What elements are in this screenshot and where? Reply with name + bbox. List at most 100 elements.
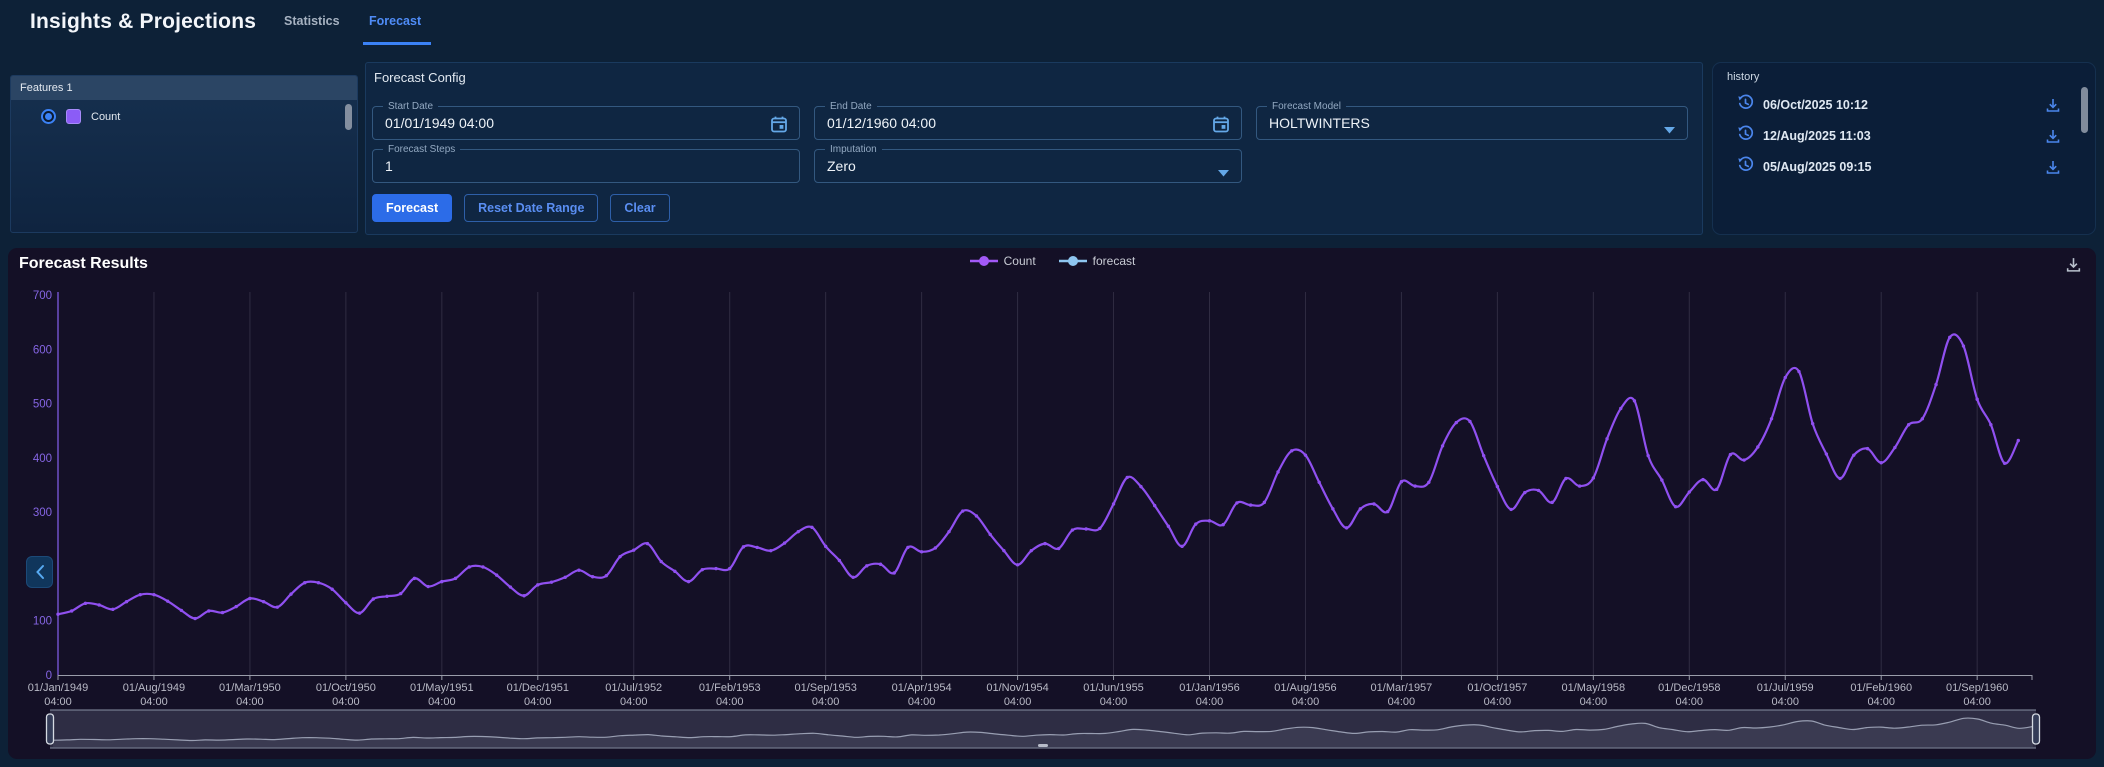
feature-radio[interactable]: [41, 109, 56, 124]
end-date-field[interactable]: End Date 01/12/1960 04:00: [814, 106, 1242, 140]
imputation-select[interactable]: Imputation Zero: [814, 149, 1242, 183]
start-date-field[interactable]: Start Date 01/01/1949 04:00: [372, 106, 800, 140]
legend-label: Count: [1004, 254, 1036, 268]
config-actions: Forecast Reset Date Range Clear: [372, 194, 670, 222]
svg-text:04:00: 04:00: [140, 696, 168, 708]
svg-text:04:00: 04:00: [428, 696, 456, 708]
svg-text:04:00: 04:00: [1771, 696, 1799, 708]
clear-button[interactable]: Clear: [610, 194, 669, 222]
svg-text:01/Oct/1957: 01/Oct/1957: [1467, 682, 1527, 694]
svg-text:300: 300: [33, 507, 52, 519]
svg-text:04:00: 04:00: [716, 696, 744, 708]
svg-text:01/Jul/1959: 01/Jul/1959: [1757, 682, 1814, 694]
legend-marker-icon: [969, 255, 999, 267]
history-clock-icon: [1737, 156, 1754, 178]
svg-text:04:00: 04:00: [1388, 696, 1416, 708]
download-history-button[interactable]: [2045, 128, 2061, 144]
svg-text:01/Dec/1958: 01/Dec/1958: [1658, 682, 1720, 694]
features-panel: Features 1 Count: [10, 75, 358, 233]
slider-handle-left[interactable]: [47, 714, 54, 744]
chevron-down-icon[interactable]: [1664, 121, 1675, 139]
slider-center-grip[interactable]: [1038, 744, 1048, 747]
svg-text:01/Aug/1956: 01/Aug/1956: [1274, 682, 1336, 694]
svg-text:04:00: 04:00: [1867, 696, 1895, 708]
history-timestamp: 12/Aug/2025 11:03: [1763, 129, 2045, 143]
download-history-button[interactable]: [2045, 97, 2061, 113]
slider-handle-right[interactable]: [2033, 714, 2040, 744]
svg-text:04:00: 04:00: [236, 696, 264, 708]
svg-text:04:00: 04:00: [524, 696, 552, 708]
history-timestamp: 05/Aug/2025 09:15: [1763, 160, 2045, 174]
svg-text:700: 700: [33, 290, 52, 302]
svg-text:04:00: 04:00: [1004, 696, 1032, 708]
config-title: Forecast Config: [374, 70, 466, 85]
download-history-button[interactable]: [2045, 159, 2061, 175]
svg-text:01/Apr/1954: 01/Apr/1954: [892, 682, 952, 694]
svg-text:01/Feb/1953: 01/Feb/1953: [699, 682, 761, 694]
history-timestamp: 06/Oct/2025 10:12: [1763, 98, 2045, 112]
svg-text:01/Sep/1960: 01/Sep/1960: [1946, 682, 2008, 694]
forecast-steps-label: Forecast Steps: [383, 143, 460, 156]
calendar-icon[interactable]: [1211, 114, 1231, 139]
svg-text:04:00: 04:00: [1580, 696, 1608, 708]
svg-text:400: 400: [33, 453, 52, 465]
reset-date-range-button[interactable]: Reset Date Range: [464, 194, 598, 222]
forecast-chart[interactable]: 01/Jan/1949 04:00 01/Aug/1949 04:00 01/Mar/1…: [8, 248, 2096, 759]
svg-text:04:00: 04:00: [1292, 696, 1320, 708]
svg-text:01/Dec/1951: 01/Dec/1951: [507, 682, 569, 694]
legend-label: forecast: [1093, 254, 1136, 268]
svg-text:01/Mar/1950: 01/Mar/1950: [219, 682, 281, 694]
page-title: Insights & Projections: [30, 10, 256, 34]
svg-text:04:00: 04:00: [44, 696, 72, 708]
forecast-model-label: Forecast Model: [1267, 100, 1346, 113]
svg-text:04:00: 04:00: [332, 696, 360, 708]
svg-text:04:00: 04:00: [812, 696, 840, 708]
forecast-steps-field[interactable]: Forecast Steps 1: [372, 149, 800, 183]
svg-text:04:00: 04:00: [1100, 696, 1128, 708]
svg-text:01/Jan/1949: 01/Jan/1949: [28, 682, 89, 694]
legend-item-forecast[interactable]: forecast: [1058, 254, 1136, 268]
history-item[interactable]: 05/Aug/2025 09:15: [1713, 151, 2095, 182]
history-item[interactable]: 12/Aug/2025 11:03: [1713, 120, 2095, 151]
svg-text:01/Jun/1955: 01/Jun/1955: [1083, 682, 1144, 694]
svg-text:01/Jul/1952: 01/Jul/1952: [605, 682, 662, 694]
svg-text:04:00: 04:00: [1676, 696, 1704, 708]
chevron-left-icon: [35, 564, 45, 580]
download-chart-button[interactable]: [2065, 256, 2082, 273]
svg-text:01/Sep/1953: 01/Sep/1953: [794, 682, 856, 694]
chart-title: Forecast Results: [19, 255, 148, 273]
features-scrollbar[interactable]: [345, 104, 352, 130]
svg-text:0: 0: [46, 670, 52, 682]
tab-forecast[interactable]: Forecast: [369, 14, 421, 28]
feature-item-count[interactable]: Count: [11, 100, 357, 124]
end-date-label: End Date: [825, 100, 877, 113]
svg-text:01/Oct/1950: 01/Oct/1950: [316, 682, 376, 694]
calendar-icon[interactable]: [769, 114, 789, 139]
forecast-config-panel: Forecast Config Start Date 01/01/1949 04…: [365, 62, 1703, 235]
history-panel: history 06/Oct/2025 10:12 12/Aug/2025 11…: [1712, 62, 2096, 235]
legend-item-count[interactable]: Count: [969, 254, 1036, 268]
svg-text:01/Feb/1960: 01/Feb/1960: [1850, 682, 1912, 694]
history-scrollbar[interactable]: [2081, 87, 2088, 133]
start-date-label: Start Date: [383, 100, 438, 113]
svg-text:100: 100: [33, 616, 52, 628]
svg-text:01/Mar/1957: 01/Mar/1957: [1371, 682, 1433, 694]
svg-text:01/Aug/1949: 01/Aug/1949: [123, 682, 185, 694]
forecast-button[interactable]: Forecast: [372, 194, 452, 222]
svg-text:04:00: 04:00: [908, 696, 936, 708]
end-date-value[interactable]: 01/12/1960 04:00: [815, 107, 1241, 131]
count-series-line: [58, 334, 2018, 618]
imputation-label: Imputation: [825, 143, 882, 156]
forecast-results-panel: 01/Jan/1949 04:00 01/Aug/1949 04:00 01/Mar/1…: [8, 248, 2096, 759]
feature-color-swatch: [66, 109, 81, 124]
feature-label: Count: [91, 111, 120, 123]
svg-text:01/May/1958: 01/May/1958: [1562, 682, 1626, 694]
forecast-model-select[interactable]: Forecast Model HOLTWINTERS: [1256, 106, 1688, 140]
tab-statistics[interactable]: Statistics: [284, 14, 340, 28]
history-item[interactable]: 06/Oct/2025 10:12: [1713, 89, 2095, 120]
svg-text:04:00: 04:00: [1196, 696, 1224, 708]
collapse-panel-button[interactable]: [26, 556, 53, 588]
radio-dot: [45, 113, 52, 120]
legend-marker-icon: [1058, 255, 1088, 267]
chevron-down-icon[interactable]: [1218, 164, 1229, 182]
